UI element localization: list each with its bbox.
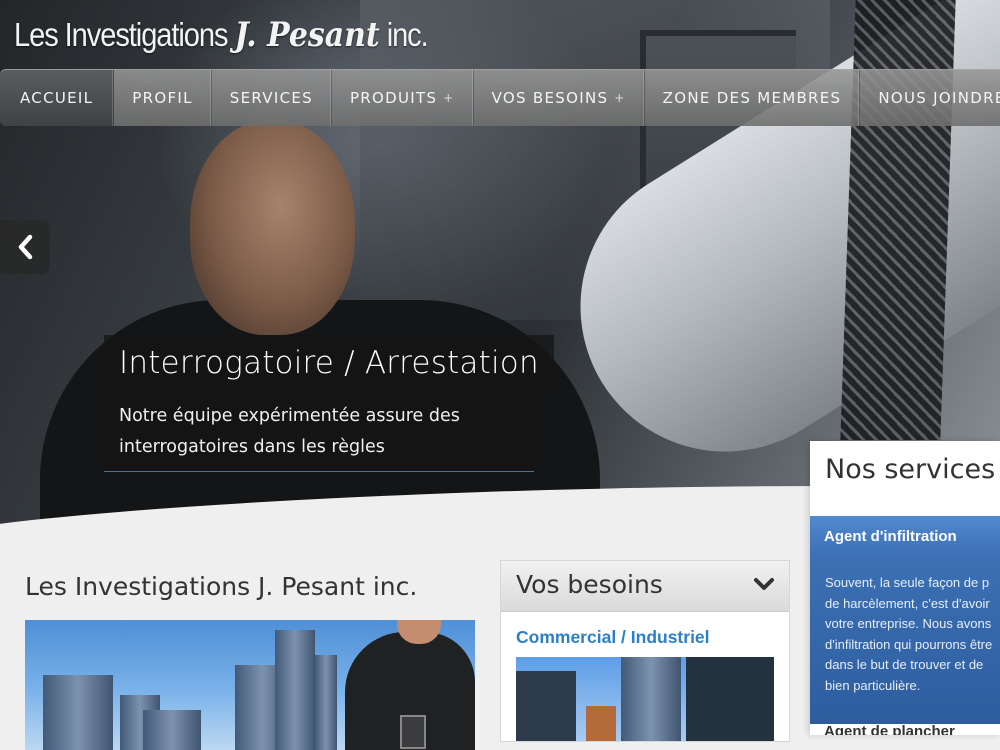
nav-label: VOS BESOINS [491, 89, 609, 107]
image-building [621, 657, 681, 741]
service-description-line: bien particulière. [825, 677, 921, 693]
nav-label: ACCUEIL [20, 89, 94, 107]
slide-caption-title-box: Interrogatoire / Arrestation [104, 335, 554, 390]
submenu-plus-icon: + [443, 91, 455, 105]
service-description-line: de harcèlement, c'est d'avoir [825, 595, 990, 611]
image-building [586, 706, 616, 741]
nav-item-accueil[interactable]: ACCUEIL [0, 70, 115, 126]
submenu-plus-icon: + [614, 91, 626, 105]
commercial-industriel-link[interactable]: Commercial / Industriel [516, 627, 710, 648]
image-security-guard [345, 620, 475, 750]
service-description-line: Souvent, la seule façon de p [825, 575, 990, 590]
nav-label: NOUS JOINDRE [878, 89, 1000, 107]
service-description-line: dans le but de trouver et de [825, 657, 984, 672]
slider-prev-button[interactable] [0, 220, 50, 274]
nav-item-profil[interactable]: PROFIL [114, 70, 212, 126]
image-building [143, 710, 201, 750]
vos-besoins-widget: Vos besoins Commercial / Industriel [500, 560, 790, 742]
service-description-line: votre entreprise. Nous avons [825, 616, 992, 631]
nav-item-vos-besoins[interactable]: VOS BESOINS + [474, 70, 645, 126]
logo-suffix-text: inc. [386, 16, 429, 53]
nav-item-services[interactable]: SERVICES [212, 70, 332, 126]
nav-item-nous-joindre[interactable]: NOUS JOINDRE [860, 70, 1000, 126]
service-description: Souvent, la seule façon de p de harcèlem… [825, 573, 1000, 696]
image-building [315, 655, 337, 750]
vos-besoins-header[interactable]: Vos besoins [501, 561, 789, 612]
nav-label: SERVICES [229, 89, 313, 107]
service-heading-label: Agent d'infiltration [824, 528, 957, 545]
chevron-down-icon[interactable] [753, 576, 775, 592]
nav-label: PRODUITS [349, 89, 438, 107]
logo-main-text: Les Investigations [14, 16, 229, 53]
slide-title: Interrogatoire / Arrestation [119, 344, 539, 381]
services-title: Nos services [825, 454, 996, 485]
image-building [686, 657, 774, 741]
service-accordion-active[interactable]: Agent d'infiltration Souvent, la seule f… [810, 516, 1000, 724]
slide-description: Notre équipe expérimentée assure des int… [119, 406, 460, 457]
service-description-line: d'infiltration qui pourrons être [825, 636, 993, 652]
hero-figure-head [190, 120, 355, 335]
service-heading-plancher[interactable]: Agent de plancher [824, 723, 955, 735]
main-image [25, 620, 475, 750]
nav-label: PROFIL [132, 89, 193, 107]
image-building [516, 671, 576, 741]
page-title: Les Investigations J. Pesant inc. [25, 572, 418, 601]
chevron-left-icon [18, 234, 33, 260]
logo-script-text: J. Pesant [234, 15, 380, 55]
service-heading-infiltration[interactable]: Agent d'infiltration [810, 516, 1000, 558]
commercial-image [516, 657, 774, 741]
vos-besoins-title: Vos besoins [516, 570, 663, 599]
nav-item-produits[interactable]: PRODUITS + [332, 70, 474, 126]
nav-item-zone-des-membres[interactable]: ZONE DES MEMBRES [645, 70, 861, 126]
nav-label: ZONE DES MEMBRES [662, 89, 842, 107]
guard-radio [400, 715, 426, 749]
hero-figure-tie [840, 0, 956, 440]
nos-services-sidebar: Nos services Agent d'infiltration Souven… [810, 441, 1000, 735]
image-building [43, 675, 113, 750]
image-building [275, 630, 315, 750]
site-logo[interactable]: Les Investigations J. Pesant inc. [14, 10, 429, 60]
slide-caption-description-box: Notre équipe expérimentée assure des int… [104, 395, 534, 472]
main-nav: ACCUEIL PROFIL SERVICES PRODUITS + VOS BE… [0, 69, 1000, 126]
